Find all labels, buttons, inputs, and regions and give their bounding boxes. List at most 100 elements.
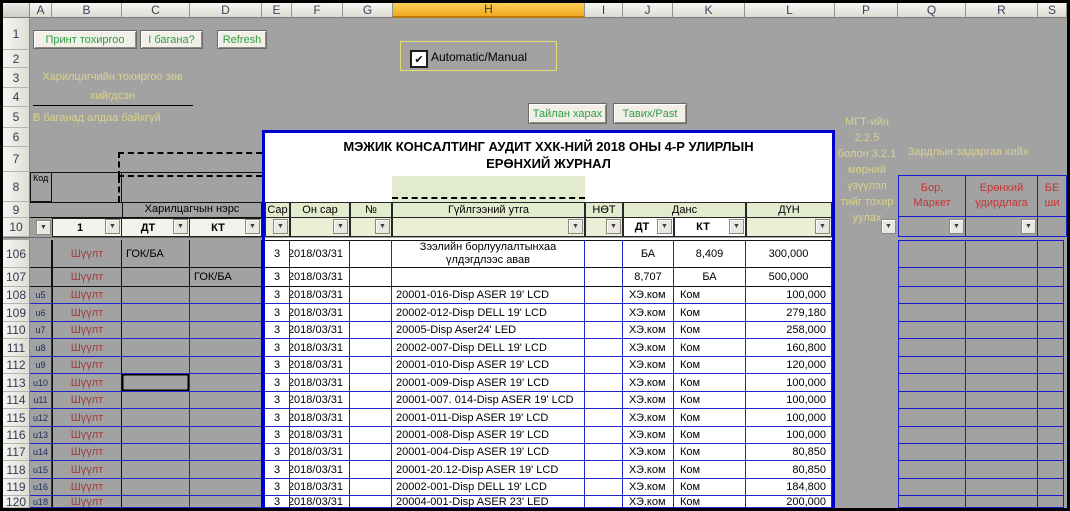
cell-left-name_dt-116[interactable] [122,427,190,444]
header-dun[interactable]: ДҮН [746,202,832,218]
cell-kt-113[interactable]: Ком [674,374,746,392]
cell-dun-108[interactable]: 100,000 [746,287,832,304]
column-header-L[interactable]: L [745,2,835,18]
cell-dt-111[interactable]: ХЭ.ком [623,339,674,357]
cell-right-0-112[interactable] [898,357,966,374]
cell-left-name_kt-111[interactable] [190,339,262,357]
row-header-4[interactable]: 4 [3,88,30,107]
cell-left-code-106[interactable] [30,240,52,268]
cell-noat-119[interactable] [585,479,623,496]
cell-no-118[interactable] [350,461,392,479]
cell-right-2-118[interactable] [1038,461,1064,479]
cell-dt-107[interactable]: 8,707 [623,268,674,287]
row-header-118[interactable]: 118 [3,461,30,479]
column-header-F[interactable]: F [292,2,343,18]
cell-date-114[interactable]: 2018/03/31 [290,392,350,409]
cell-date-120[interactable]: 2018/03/31 [290,496,350,508]
cell-right-0-106[interactable] [898,240,966,268]
filter-dropdown-d-icon[interactable]: ▼ [245,219,260,234]
refresh-button[interactable]: Refresh [217,30,267,49]
cell-right-0-110[interactable] [898,322,966,339]
cell-no-114[interactable] [350,392,392,409]
cell-left-filter-109[interactable]: Шүүлт [52,304,122,322]
row-header-114[interactable]: 114 [3,392,30,409]
cell-kt-110[interactable]: Ком [674,322,746,339]
cell-left-name_kt-114[interactable] [190,392,262,409]
cell-right-0-115[interactable] [898,409,966,427]
cell-left-code-112[interactable]: u9 [30,357,52,374]
cell-left-name_dt-120[interactable] [122,496,190,508]
column-check-button[interactable]: I багана? [140,30,203,49]
cell-right-2-110[interactable] [1038,322,1064,339]
auto-manual-checkbox[interactable]: ✔ [410,50,428,68]
cell-kt-111[interactable]: Ком [674,339,746,357]
cell-right-1-114[interactable] [966,392,1038,409]
cell-noat-116[interactable] [585,427,623,444]
cell-right-2-119[interactable] [1038,479,1064,496]
cell-dun-115[interactable]: 100,000 [746,409,832,427]
cell-left-code-110[interactable]: u7 [30,322,52,339]
cell-left-name_dt-117[interactable] [122,444,190,461]
cell-sar-107[interactable]: 3 [265,268,290,287]
row-header-9[interactable]: 9 [3,202,30,218]
cell-dun-109[interactable]: 279,180 [746,304,832,322]
cell-dt-116[interactable]: ХЭ.ком [623,427,674,444]
header-no[interactable]: № [350,202,392,218]
cell-date-107[interactable]: 2018/03/31 [290,268,350,287]
column-header-G[interactable]: G [343,2,393,18]
cell-dt-117[interactable]: ХЭ.ком [623,444,674,461]
cell-desc-106[interactable]: Зээлийн борлуулалтынхаа үлдэгдлээс авав [392,240,585,268]
cell-left-code-107[interactable] [30,268,52,287]
cell-right-0-119[interactable] [898,479,966,496]
cell-desc-117[interactable]: 20001-004-Disp ASER 19' LCD [392,444,585,461]
cell-date-118[interactable]: 2018/03/31 [290,461,350,479]
s-column-header[interactable]: БЕ ши [1038,175,1067,217]
cell-noat-110[interactable] [585,322,623,339]
cell-no-106[interactable] [350,240,392,268]
cell-desc-113[interactable]: 20001-009-Disp ASER 19' LCD [392,374,585,392]
cell-left-code-118[interactable]: u15 [30,461,52,479]
cell-right-0-108[interactable] [898,287,966,304]
filter-dropdown-b-icon[interactable]: ▼ [105,219,120,234]
cell-dt-113[interactable]: ХЭ.ком [623,374,674,392]
cell-no-110[interactable] [350,322,392,339]
row-header-116[interactable]: 116 [3,427,30,444]
filter-dropdown-c-icon[interactable]: ▼ [173,219,188,234]
cell-right-0-111[interactable] [898,339,966,357]
filter-dropdown-dt-icon[interactable]: ▼ [657,219,672,234]
cell-right-2-106[interactable] [1038,240,1064,268]
cell-right-0-107[interactable] [898,268,966,287]
cell-left-name_kt-109[interactable] [190,304,262,322]
cell-left-name_dt-108[interactable] [122,287,190,304]
column-header-K[interactable]: K [673,2,745,18]
cell-left-filter-108[interactable]: Шүүлт [52,287,122,304]
cell-dt-109[interactable]: ХЭ.ком [623,304,674,322]
cell-kt-108[interactable]: Ком [674,287,746,304]
cell-left-name_kt-116[interactable] [190,427,262,444]
cell-date-116[interactable]: 2018/03/31 [290,427,350,444]
cell-date-112[interactable]: 2018/03/31 [290,357,350,374]
cell-left-filter-119[interactable]: Шүүлт [52,479,122,496]
cell-kt-119[interactable]: Ком [674,479,746,496]
filter-dropdown-a-icon[interactable]: ▼ [36,220,51,235]
cell-dun-112[interactable]: 120,000 [746,357,832,374]
row-header-5[interactable]: 5 [3,107,30,128]
cell-kt-117[interactable]: Ком [674,444,746,461]
cell-kt-107[interactable]: БА [674,268,746,287]
cell-left-name_kt-115[interactable] [190,409,262,427]
row-header-10[interactable]: 10 [3,218,30,237]
print-settings-button[interactable]: Принт тохиргоо [33,30,137,49]
cell-left-filter-114[interactable]: Шүүлт [52,392,122,409]
cell-dun-118[interactable]: 80,850 [746,461,832,479]
cell-desc-114[interactable]: 20001-007. 014-Disp ASER 19' LCD [392,392,585,409]
cell-sar-119[interactable]: 3 [265,479,290,496]
cell-noat-113[interactable] [585,374,623,392]
cell-no-119[interactable] [350,479,392,496]
cell-left-filter-107[interactable]: Шүүлт [52,268,122,287]
cell-right-0-113[interactable] [898,374,966,392]
cell-sar-106[interactable]: 3 [265,240,290,268]
cell-noat-108[interactable] [585,287,623,304]
cell-desc-110[interactable]: 20005-Disp Aser24' LED [392,322,585,339]
header-utga[interactable]: Гүйлгээний утга [392,202,585,218]
cell-right-1-112[interactable] [966,357,1038,374]
